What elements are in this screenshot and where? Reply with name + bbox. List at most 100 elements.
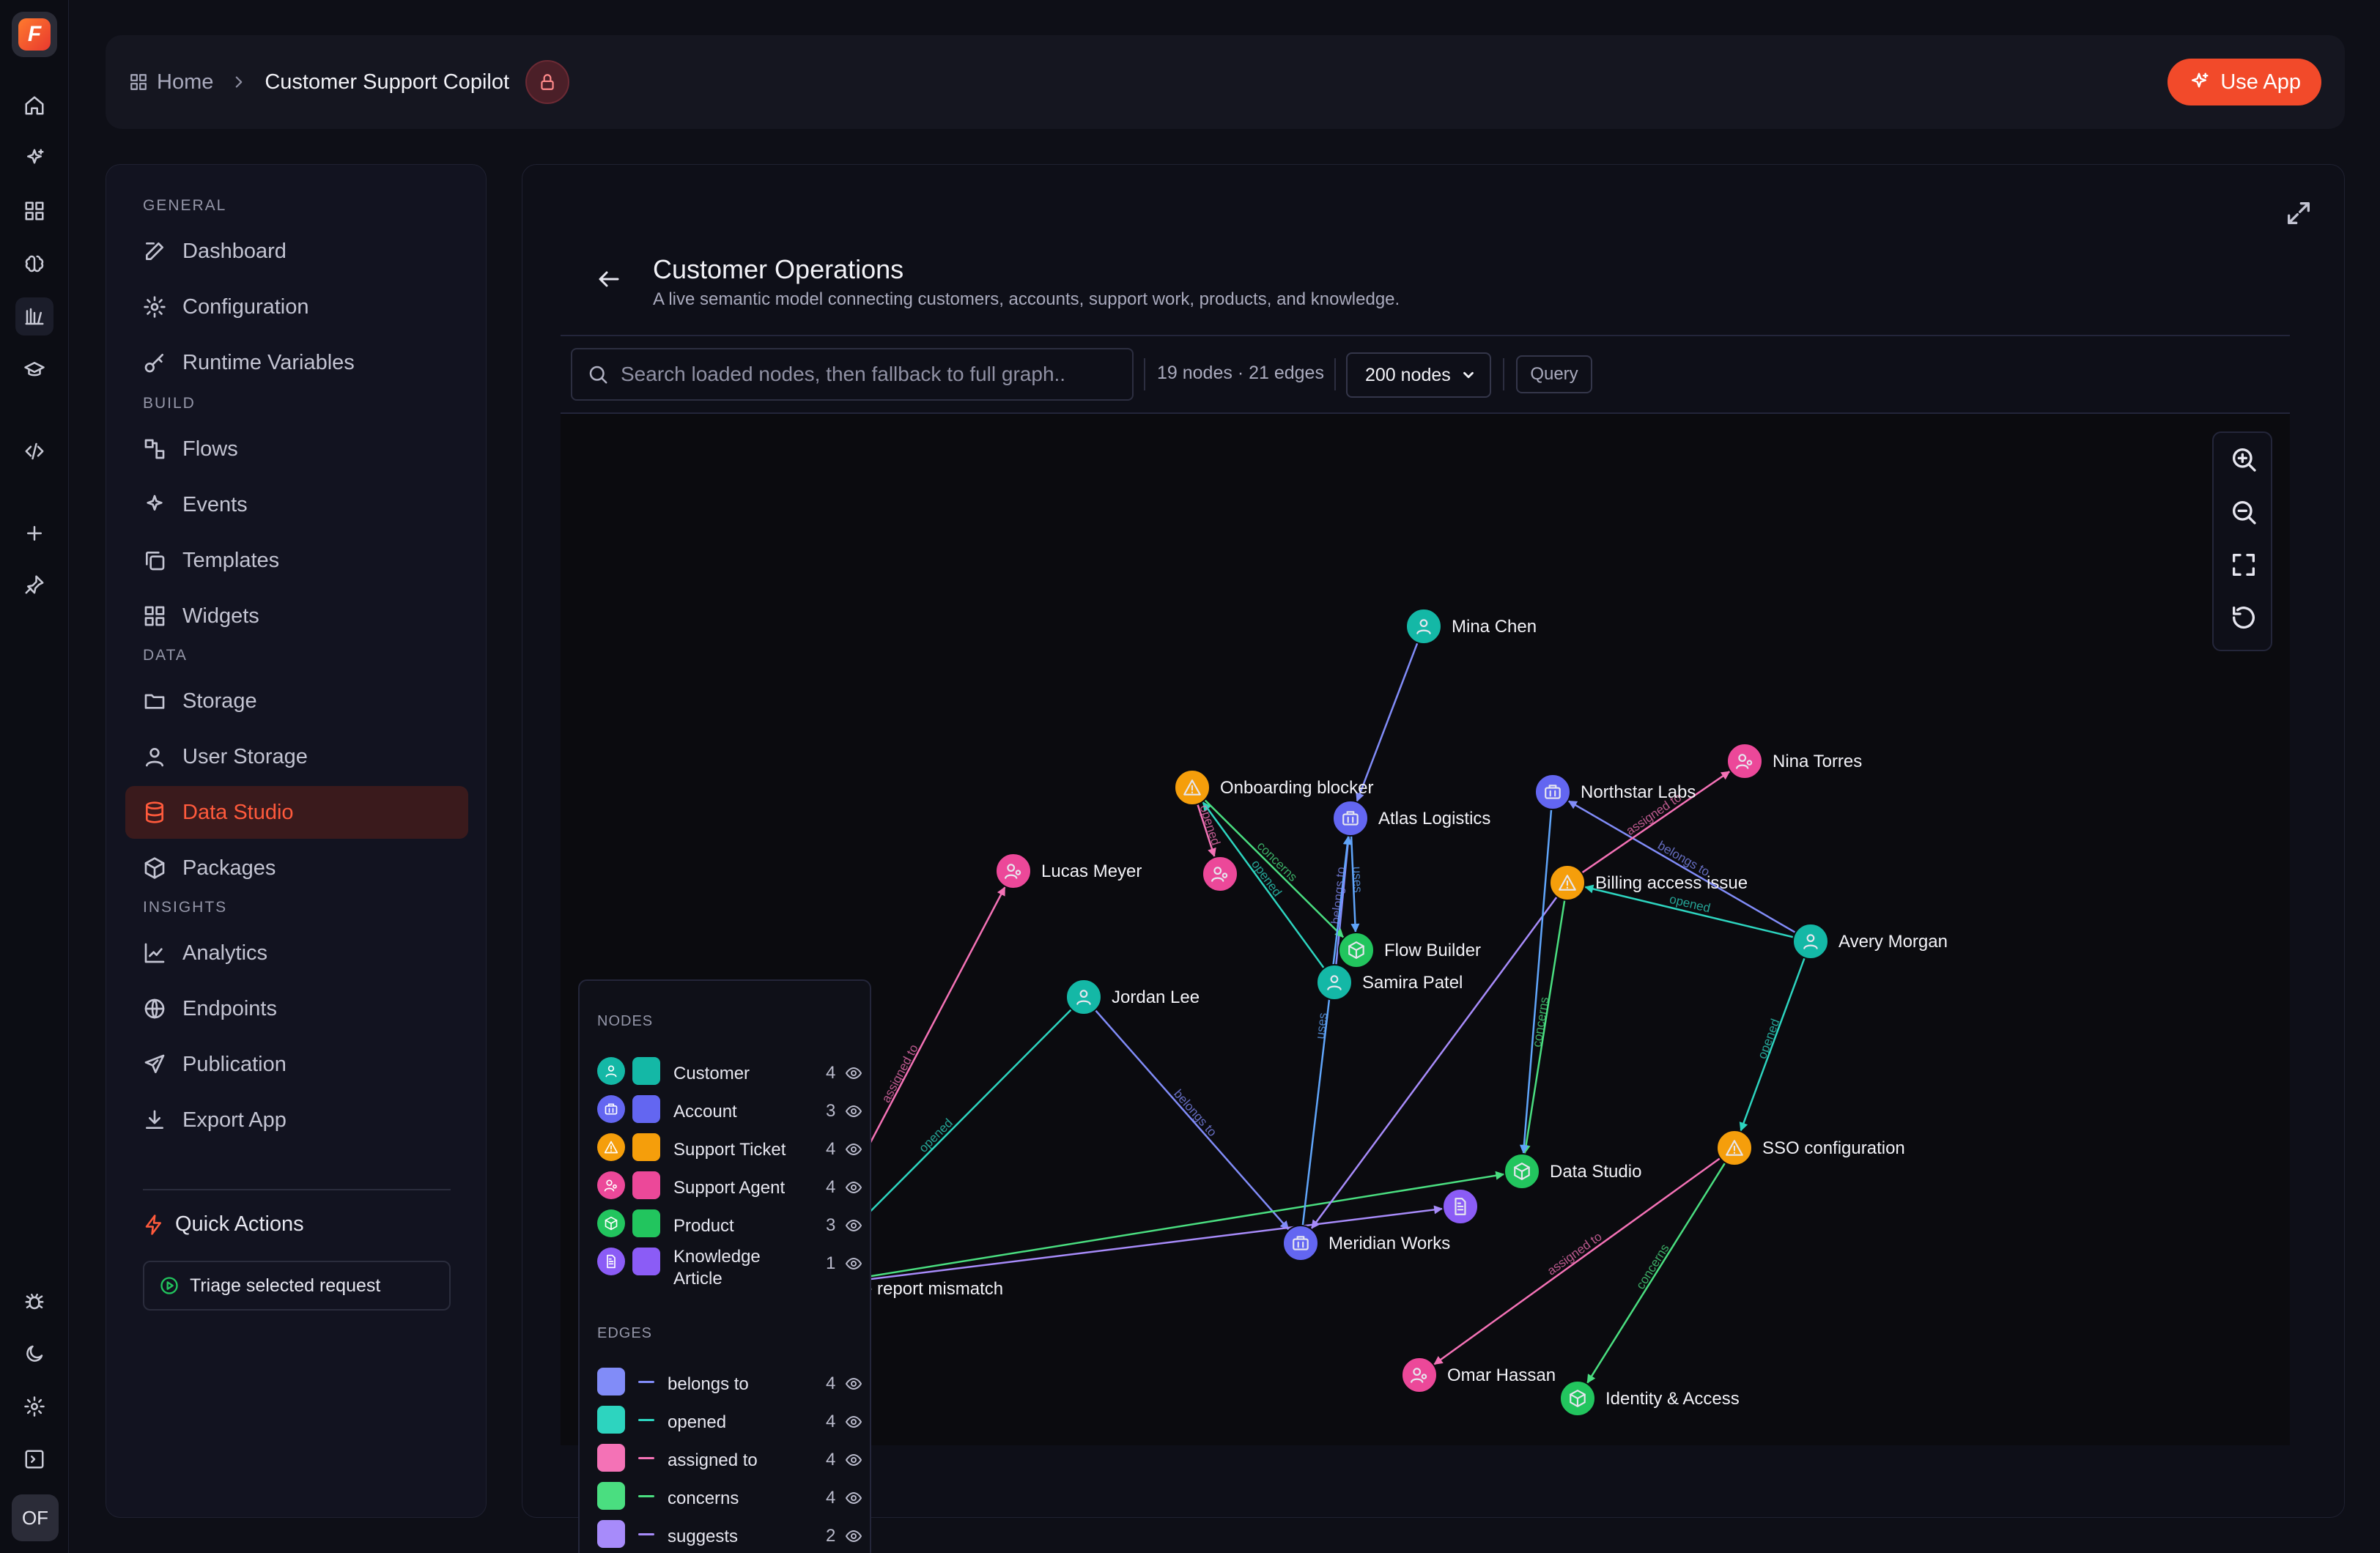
graph-node-lucas[interactable]: Lucas Meyer xyxy=(995,853,1142,889)
use-app-button[interactable]: Use App xyxy=(2168,59,2321,105)
sidebar-item-data-studio[interactable]: Data Studio xyxy=(125,786,468,839)
sidebar-item-runtime-variables[interactable]: Runtime Variables xyxy=(125,336,468,389)
sidebar-item-packages[interactable]: Packages xyxy=(125,842,468,894)
eye-icon[interactable] xyxy=(845,1413,862,1431)
legend-edge-assigned-to[interactable]: assigned to 4 xyxy=(597,1441,862,1473)
query-button[interactable]: Query xyxy=(1516,355,1592,393)
eye-icon[interactable] xyxy=(845,1489,862,1507)
eye-icon[interactable] xyxy=(845,1179,862,1196)
legend-node-account[interactable]: Account 3 xyxy=(597,1092,862,1124)
graph-node-jordan[interactable]: Jordan Lee xyxy=(1065,979,1200,1015)
moon-icon[interactable] xyxy=(15,1335,53,1373)
node-limit-select[interactable]: 200 nodes xyxy=(1346,352,1491,398)
graph-edge[interactable] xyxy=(1350,835,1357,933)
legend-node-knowledge-article[interactable]: Knowledge Article 1 xyxy=(597,1245,862,1289)
graph-edge[interactable] xyxy=(1567,799,1796,934)
code-icon[interactable] xyxy=(15,432,53,470)
eye-icon[interactable] xyxy=(845,1102,862,1120)
graph-node-article[interactable] xyxy=(1442,1188,1479,1225)
legend-edge-concerns[interactable]: concerns 4 xyxy=(597,1479,862,1511)
breadcrumb-home[interactable]: Home xyxy=(129,70,213,94)
graph-canvas[interactable]: belongs to belongs to belongs to opened open… xyxy=(561,414,2290,1553)
eye-icon[interactable] xyxy=(845,1527,862,1545)
graph-edge[interactable] xyxy=(1301,835,1350,1226)
legend-node-support-agent[interactable]: Support Agent 4 xyxy=(597,1168,862,1201)
node-circle[interactable] xyxy=(1726,743,1763,779)
graph-edge[interactable] xyxy=(1433,1157,1721,1365)
home-icon[interactable] xyxy=(15,86,53,125)
bug-icon[interactable] xyxy=(15,1282,53,1320)
sidebar-item-templates[interactable]: Templates xyxy=(125,534,468,587)
graph-node-northstar[interactable]: Northstar Labs xyxy=(1534,774,1696,810)
reset-icon[interactable] xyxy=(2229,603,2258,632)
library-icon[interactable] xyxy=(15,297,53,336)
triage-request-button[interactable]: Triage selected request xyxy=(143,1261,451,1311)
node-circle[interactable] xyxy=(1202,856,1238,892)
graph-edge[interactable] xyxy=(1586,1162,1726,1385)
graph-node-atlas[interactable]: Atlas Logistics xyxy=(1332,800,1490,837)
search-field[interactable] xyxy=(571,348,1134,401)
graduation-cap-icon[interactable] xyxy=(15,350,53,388)
sidebar-item-widgets[interactable]: Widgets xyxy=(125,590,468,642)
graph-edge[interactable] xyxy=(1740,957,1806,1132)
graph-node-mina[interactable]: Mina Chen xyxy=(1405,608,1537,645)
sidebar-item-flows[interactable]: Flows xyxy=(125,423,468,475)
terminal-icon[interactable] xyxy=(15,1440,53,1478)
sidebar-item-publication[interactable]: Publication xyxy=(125,1038,468,1091)
node-circle[interactable] xyxy=(1401,1357,1438,1393)
graph-node-samira[interactable]: Samira Patel xyxy=(1316,964,1463,1001)
graph-node-datastudio[interactable]: Data Studio xyxy=(1504,1153,1641,1190)
node-circle[interactable] xyxy=(1534,774,1571,810)
search-input[interactable] xyxy=(621,363,1119,386)
sidebar-item-endpoints[interactable]: Endpoints xyxy=(125,982,468,1035)
legend-edge-belongs-to[interactable]: belongs to 4 xyxy=(597,1365,862,1397)
graph-node-onboarding[interactable]: Onboarding blocker xyxy=(1174,769,1373,806)
sidebar-item-configuration[interactable]: Configuration xyxy=(125,281,468,333)
graph-node-meridian[interactable]: Meridian Works xyxy=(1282,1225,1450,1261)
sparkles-icon[interactable] xyxy=(15,139,53,177)
zoom-out-icon[interactable] xyxy=(2229,497,2258,527)
graph-node-avery[interactable]: Avery Morgan xyxy=(1792,923,1948,960)
sidebar-item-dashboard[interactable]: Dashboard xyxy=(125,225,468,278)
zoom-in-icon[interactable] xyxy=(2229,445,2258,474)
app-logo[interactable]: F xyxy=(12,12,57,57)
graph-edge[interactable] xyxy=(1094,1009,1290,1231)
node-circle[interactable] xyxy=(1282,1225,1319,1261)
node-circle[interactable] xyxy=(995,853,1032,889)
gear-icon[interactable] xyxy=(15,1387,53,1426)
fit-view-icon[interactable] xyxy=(2229,550,2258,579)
legend-node-product[interactable]: Product 3 xyxy=(597,1207,862,1239)
eye-icon[interactable] xyxy=(845,1141,862,1158)
graph-node-identity[interactable]: Identity & Access xyxy=(1559,1380,1740,1417)
expand-icon[interactable] xyxy=(2284,199,2313,228)
graph-node-flow[interactable]: Flow Builder xyxy=(1338,932,1481,968)
graph-edge[interactable] xyxy=(810,1173,1505,1287)
plus-icon[interactable] xyxy=(15,514,53,552)
graph-node-nina[interactable]: Nina Torres xyxy=(1726,743,1862,779)
node-circle[interactable] xyxy=(1332,800,1369,837)
eye-icon[interactable] xyxy=(845,1217,862,1234)
graph-edge[interactable] xyxy=(1523,900,1566,1154)
sidebar-item-events[interactable]: Events xyxy=(125,478,468,531)
graph-node-billing[interactable]: Billing access issue xyxy=(1549,864,1748,901)
legend-edge-opened[interactable]: opened 4 xyxy=(597,1403,862,1435)
eye-icon[interactable] xyxy=(845,1255,862,1272)
sidebar-item-user-storage[interactable]: User Storage xyxy=(125,730,468,783)
lock-icon[interactable] xyxy=(525,60,570,104)
sidebar-item-analytics[interactable]: Analytics xyxy=(125,927,468,979)
legend-edge-suggests[interactable]: suggests 2 xyxy=(597,1517,862,1549)
pin-icon[interactable] xyxy=(15,566,53,604)
avatar[interactable]: OF xyxy=(12,1494,59,1541)
eye-icon[interactable] xyxy=(845,1064,862,1082)
graph-node-sso[interactable]: SSO configuration xyxy=(1716,1130,1905,1166)
graph-edge[interactable] xyxy=(1584,886,1794,938)
grid-icon[interactable] xyxy=(15,192,53,230)
graph-edge[interactable] xyxy=(1197,804,1216,858)
legend-node-support-ticket[interactable]: Support Ticket 4 xyxy=(597,1130,862,1163)
brain-icon[interactable] xyxy=(15,245,53,283)
eye-icon[interactable] xyxy=(845,1451,862,1469)
sidebar-item-export-app[interactable]: Export App xyxy=(125,1094,468,1146)
graph-edge[interactable] xyxy=(1522,809,1553,1154)
graph-node-agent2[interactable] xyxy=(1202,856,1238,892)
sidebar-item-storage[interactable]: Storage xyxy=(125,675,468,727)
